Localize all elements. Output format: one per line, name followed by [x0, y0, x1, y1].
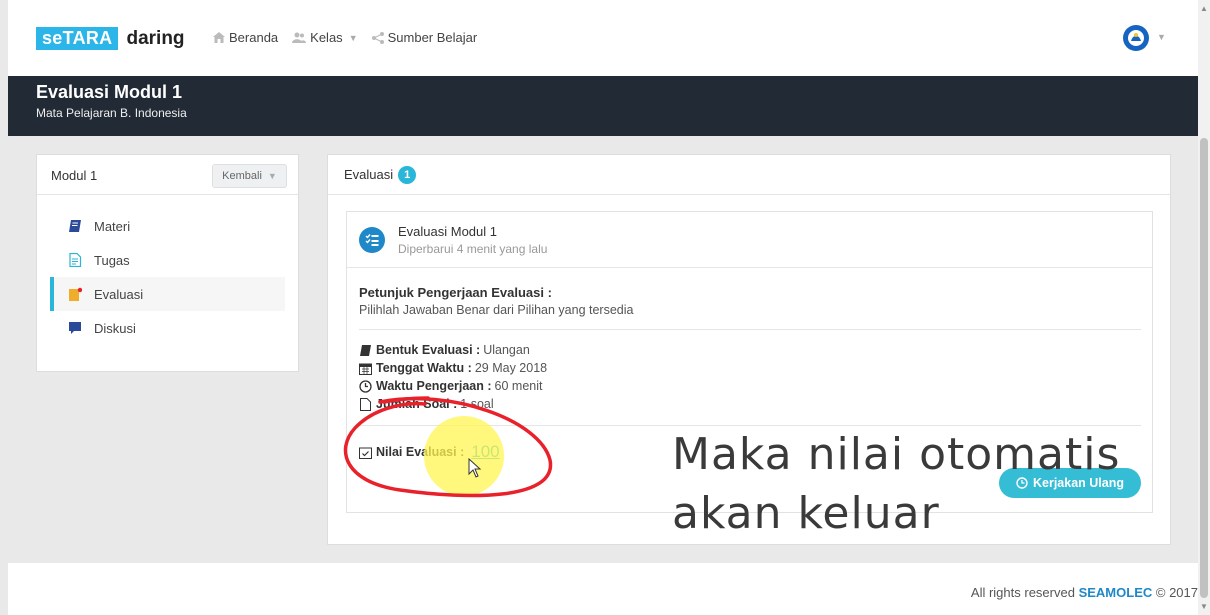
- nav-kelas[interactable]: Kelas ▼: [292, 30, 358, 45]
- logo-daring: daring: [126, 27, 185, 49]
- chevron-down-icon: ▼: [267, 171, 277, 181]
- footer-brand[interactable]: SEAMOLEC: [1079, 585, 1153, 600]
- questions-row: Jumlah Soal : 1 soal: [359, 397, 494, 411]
- divider: [359, 329, 1141, 330]
- cursor-highlight: [424, 416, 504, 496]
- annotation-line-2: akan keluar: [672, 488, 940, 540]
- chevron-down-icon: ▼: [348, 32, 358, 43]
- share-icon: [371, 31, 384, 44]
- file-icon: [359, 397, 372, 411]
- clipboard-icon: [68, 287, 82, 301]
- clock-icon: [359, 379, 372, 393]
- sidebar-list: Materi Tugas Evaluasi Diskusi: [37, 195, 298, 345]
- annotation-caption: Maka nilai otomatis akan keluar: [672, 425, 1120, 544]
- footer-prefix: All rights reserved: [970, 585, 1075, 600]
- sidebar-header: Modul 1 Kembali ▼: [37, 155, 298, 195]
- sidebar-item-label: Diskusi: [94, 320, 136, 336]
- back-button-label: Kembali: [222, 170, 262, 182]
- book-icon: [68, 219, 82, 233]
- scroll-down-icon[interactable]: ▼: [1200, 602, 1208, 611]
- nav-sumber-belajar-label: Sumber Belajar: [387, 30, 478, 45]
- scroll-up-icon[interactable]: ▲: [1200, 4, 1208, 13]
- nav-kelas-label: Kelas: [310, 30, 343, 45]
- form-value: Ulangan: [483, 343, 530, 357]
- card-title[interactable]: Evaluasi Modul 1: [398, 224, 497, 239]
- panel-header: Evaluasi 1: [328, 155, 1170, 195]
- nav-links: Beranda Kelas ▼ Sumber Belajar: [213, 30, 491, 45]
- duration-value: 60 menit: [494, 379, 543, 393]
- module-sidebar: Modul 1 Kembali ▼ Materi Tugas Evaluasi: [36, 154, 299, 372]
- footer-suffix: © 2017: [1155, 585, 1198, 600]
- form-row: Bentuk Evaluasi : Ulangan: [359, 343, 530, 357]
- mouse-cursor-icon: [468, 457, 482, 483]
- site-logo[interactable]: seTARA daring: [36, 27, 185, 50]
- sidebar-item-label: Materi: [94, 218, 131, 234]
- sidebar-item-label: Evaluasi: [94, 286, 144, 302]
- sidebar-item-evaluasi[interactable]: Evaluasi: [50, 277, 285, 311]
- form-label: Bentuk Evaluasi :: [376, 343, 481, 357]
- deadline-value: 29 May 2018: [474, 361, 548, 375]
- window-scrollbar[interactable]: ▲ ▼: [1198, 0, 1210, 615]
- count-badge: 1: [398, 165, 417, 184]
- chat-icon: [68, 321, 82, 335]
- page-footer: All rights reserved SEAMOLEC © 2017: [8, 563, 1198, 615]
- sidebar-item-tugas[interactable]: Tugas: [37, 243, 298, 277]
- book-icon: [359, 344, 372, 357]
- nav-sumber-belajar[interactable]: Sumber Belajar: [371, 30, 478, 45]
- sidebar-item-materi[interactable]: Materi: [37, 209, 298, 243]
- duration-label: Waktu Pengerjaan :: [376, 379, 492, 393]
- sidebar-item-label: Tugas: [94, 252, 130, 268]
- calendar-icon: [359, 362, 372, 375]
- footer-copyright: All rights reserved SEAMOLEC © 2017: [971, 585, 1198, 600]
- annotation-line-1: Maka nilai otomatis: [672, 429, 1121, 480]
- home-icon: [213, 32, 225, 43]
- document-icon: [68, 253, 82, 267]
- deadline-label: Tenggat Waktu :: [376, 361, 472, 375]
- nav-beranda-label: Beranda: [229, 30, 279, 45]
- duration-row: Waktu Pengerjaan : 60 menit: [359, 379, 543, 393]
- deadline-row: Tenggat Waktu : 29 May 2018: [359, 361, 547, 375]
- checklist-icon: [359, 227, 385, 253]
- card-timestamp: Diperbarui 4 menit yang lalu: [398, 242, 548, 256]
- panel-title: Evaluasi: [344, 167, 394, 182]
- instructions-title: Petunjuk Pengerjaan Evaluasi :: [359, 285, 552, 300]
- scroll-thumb[interactable]: [1200, 138, 1208, 598]
- top-navbar: seTARA daring Beranda Kelas ▼ Sumber Bel…: [8, 0, 1198, 76]
- logo-setara: seTARA: [36, 27, 119, 50]
- sidebar-item-diskusi[interactable]: Diskusi: [37, 311, 298, 345]
- chevron-down-icon[interactable]: ▼: [1157, 32, 1166, 42]
- user-avatar[interactable]: [1123, 25, 1149, 51]
- questions-value: 1 soal: [460, 397, 494, 411]
- calendar-check-icon: [359, 446, 372, 459]
- instructions-text: Pilihlah Jawaban Benar dari Pilihan yang…: [359, 303, 634, 317]
- back-button[interactable]: Kembali ▼: [212, 164, 287, 188]
- page-header: Evaluasi Modul 1 Mata Pelajaran B. Indon…: [8, 76, 1198, 136]
- card-header: Evaluasi Modul 1 Diperbarui 4 menit yang…: [347, 212, 1152, 268]
- questions-label: Jumlah Soal :: [376, 397, 458, 411]
- page-subtitle: Mata Pelajaran B. Indonesia: [36, 106, 187, 120]
- sidebar-title: Modul 1: [51, 168, 98, 183]
- page-title: Evaluasi Modul 1: [36, 82, 183, 102]
- users-icon: [292, 32, 307, 43]
- nav-beranda[interactable]: Beranda: [213, 30, 278, 45]
